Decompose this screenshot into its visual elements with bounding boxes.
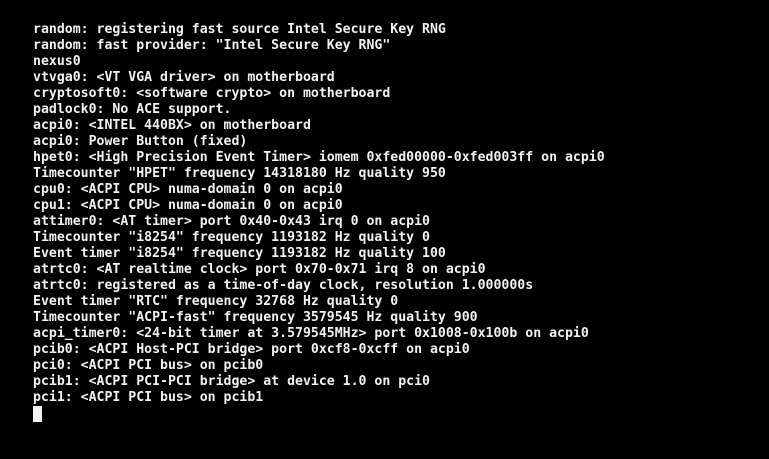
log-line: vtvga0: <VT VGA driver> on motherboard [33, 70, 335, 85]
log-line: padlock0: No ACE support. [33, 102, 232, 117]
log-line: acpi0: Power Button (fixed) [33, 134, 248, 149]
log-line: acpi_timer0: <24-bit timer at 3.579545MH… [33, 326, 589, 341]
log-line: acpi0: <INTEL 440BX> on motherboard [33, 118, 311, 133]
log-line: attimer0: <AT timer> port 0x40-0x43 irq … [33, 214, 430, 229]
log-line: random: fast provider: "Intel Secure Key… [33, 38, 391, 53]
console-screen[interactable]: random: registering fast source Intel Se… [0, 0, 769, 459]
log-line: random: registering fast source Intel Se… [33, 22, 446, 37]
log-line: pcib1: <ACPI PCI-PCI bridge> at device 1… [33, 374, 430, 389]
log-line: Timecounter "HPET" frequency 14318180 Hz… [33, 166, 446, 181]
log-line: Event timer "RTC" frequency 32768 Hz qua… [33, 294, 399, 309]
log-line: pci0: <ACPI PCI bus> on pcib0 [33, 358, 264, 373]
log-line: atrtc0: registered as a time-of-day cloc… [33, 278, 534, 293]
log-line: Timecounter "i8254" frequency 1193182 Hz… [33, 230, 430, 245]
log-line: atrtc0: <AT realtime clock> port 0x70-0x… [33, 262, 486, 277]
log-line: nexus0 [33, 54, 81, 69]
log-line: pcib0: <ACPI Host-PCI bridge> port 0xcf8… [33, 342, 470, 357]
log-line: cpu0: <ACPI CPU> numa-domain 0 on acpi0 [33, 182, 343, 197]
log-line: Timecounter "ACPI-fast" frequency 357954… [33, 310, 478, 325]
boot-log: random: registering fast source Intel Se… [33, 22, 605, 406]
log-line: pci1: <ACPI PCI bus> on pcib1 [33, 390, 264, 405]
log-line: Event timer "i8254" frequency 1193182 Hz… [33, 246, 446, 261]
log-line: cryptosoft0: <software crypto> on mother… [33, 86, 391, 101]
log-line: hpet0: <High Precision Event Timer> iome… [33, 150, 605, 165]
log-line: cpu1: <ACPI CPU> numa-domain 0 on acpi0 [33, 198, 343, 213]
text-cursor [33, 406, 42, 422]
